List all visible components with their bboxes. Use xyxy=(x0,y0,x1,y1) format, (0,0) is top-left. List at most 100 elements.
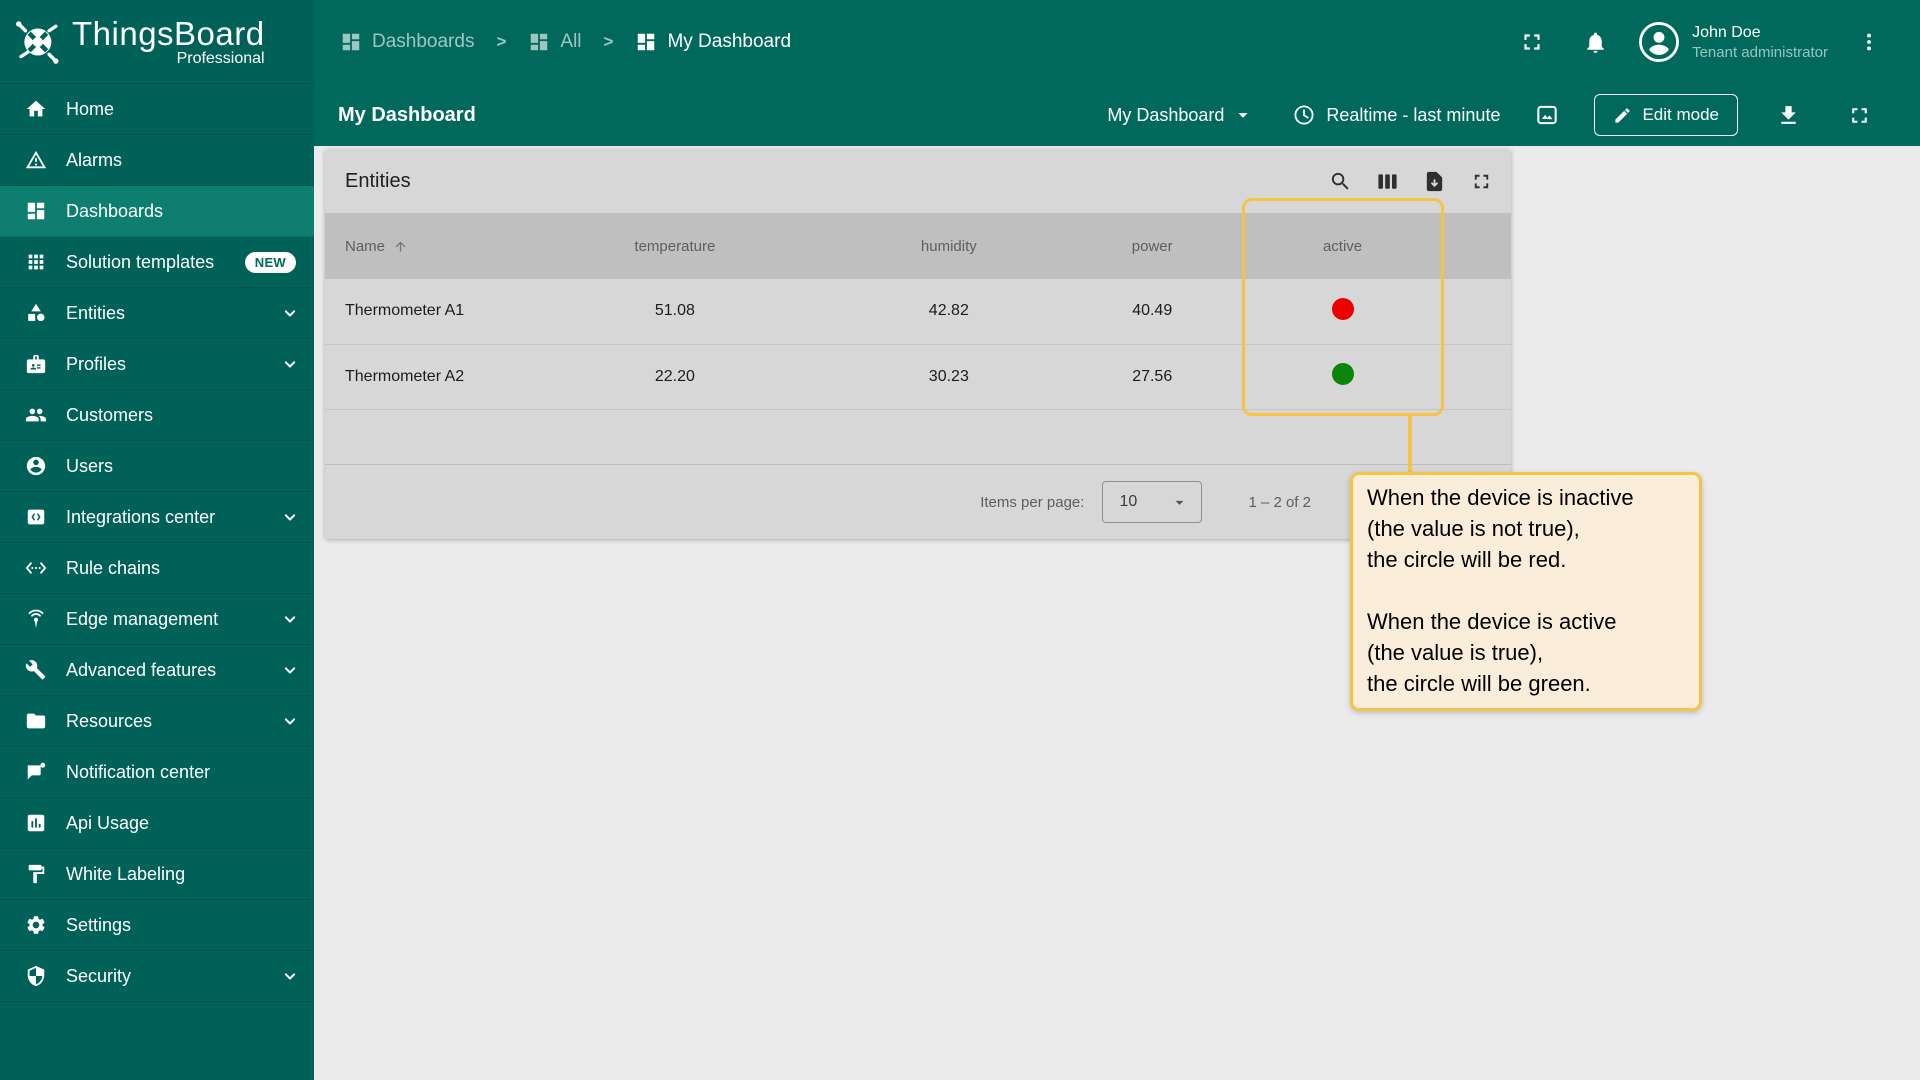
sidebar-item-dashboards[interactable]: Dashboards xyxy=(0,186,314,237)
dashboard-select-value: My Dashboard xyxy=(1107,105,1224,126)
dashboard-grid-icon xyxy=(340,31,362,53)
chevron-down-icon xyxy=(280,507,300,527)
column-header-name[interactable]: Name xyxy=(325,213,515,279)
sidebar-item-edge-management[interactable]: Edge management xyxy=(0,594,314,645)
edit-mode-button[interactable]: Edit mode xyxy=(1594,94,1738,136)
column-header-power[interactable]: power xyxy=(1063,213,1242,279)
chevron-down-icon xyxy=(1232,104,1254,126)
users-icon xyxy=(24,454,48,478)
profiles-icon xyxy=(24,352,48,376)
table-export-icon[interactable] xyxy=(1423,170,1446,193)
sidebar-item-advanced-features[interactable]: Advanced features xyxy=(0,645,314,696)
download-icon[interactable] xyxy=(1776,103,1801,128)
alarms-icon xyxy=(24,148,48,172)
cell-spacer xyxy=(1443,344,1511,409)
sidebar-item-label: Resources xyxy=(66,711,280,732)
home-icon xyxy=(24,97,48,121)
page-size-select[interactable]: 10 xyxy=(1102,481,1202,523)
cell-power: 40.49 xyxy=(1063,279,1242,344)
sidebar-item-label: Notification center xyxy=(66,762,300,783)
page-title: My Dashboard xyxy=(338,104,1107,127)
breadcrumb-item-my-dashboard[interactable]: My Dashboard xyxy=(635,31,791,53)
chevron-down-icon xyxy=(280,660,300,680)
sidebar-item-label: Security xyxy=(66,966,280,987)
sidebar-item-label: Customers xyxy=(66,405,300,426)
sidebar-item-label: Solution templates xyxy=(66,252,245,273)
sidebar-item-label: Alarms xyxy=(66,150,300,171)
sidebar-item-label: Settings xyxy=(66,915,300,936)
kebab-menu-icon[interactable] xyxy=(1858,31,1880,53)
rule-chains-icon xyxy=(24,556,48,580)
table-body: Thermometer A151.0842.8240.49Thermometer… xyxy=(325,279,1511,409)
dashboard-toolbar: My Dashboard My Dashboard Realtime - las… xyxy=(314,84,1920,146)
dashboard-select[interactable]: My Dashboard xyxy=(1107,104,1254,126)
table-row[interactable]: Thermometer A222.2030.2327.56 xyxy=(325,344,1511,409)
table-search-icon[interactable] xyxy=(1329,170,1352,193)
notifications-bell-icon[interactable] xyxy=(1583,30,1608,55)
integrations-icon xyxy=(24,505,48,529)
dashboard-grid-icon xyxy=(528,31,550,53)
cell-name: Thermometer A2 xyxy=(325,344,515,409)
column-header-temperature[interactable]: temperature xyxy=(515,213,835,279)
annotation-text-line: When the device is active xyxy=(1367,606,1685,637)
widget-fullscreen-icon[interactable] xyxy=(1470,170,1493,193)
annotation-text-line xyxy=(1367,575,1685,606)
brand-logo[interactable]: ThingsBoard Professional xyxy=(0,0,314,84)
annotation-text-line: (the value is not true), xyxy=(1367,513,1685,544)
sidebar-item-rule-chains[interactable]: Rule chains xyxy=(0,543,314,594)
annotation-callout: When the device is inactive(the value is… xyxy=(1350,472,1702,711)
timewindow-button[interactable]: Realtime - last minute xyxy=(1292,103,1500,127)
column-header-active[interactable]: active xyxy=(1242,213,1444,279)
sidebar-item-security[interactable]: Security xyxy=(0,951,314,1002)
sidebar-item-customers[interactable]: Customers xyxy=(0,390,314,441)
sidebar-item-settings[interactable]: Settings xyxy=(0,900,314,951)
cell-power: 27.56 xyxy=(1063,344,1242,409)
table-row[interactable]: Thermometer A151.0842.8240.49 xyxy=(325,279,1511,344)
chevron-down-icon xyxy=(1170,493,1189,512)
cell-humidity: 42.82 xyxy=(835,279,1063,344)
table-pagination: Items per page: 10 1 – 2 of 2 xyxy=(325,464,1511,539)
sidebar-item-white-labeling[interactable]: White Labeling xyxy=(0,849,314,900)
sidebar-item-entities[interactable]: Entities xyxy=(0,288,314,339)
user-menu[interactable]: John Doe Tenant administrator xyxy=(1692,22,1828,63)
cell-active xyxy=(1242,279,1444,344)
sidebar-item-label: Integrations center xyxy=(66,507,280,528)
breadcrumb-item-dashboards[interactable]: Dashboards xyxy=(340,31,474,53)
column-header-humidity[interactable]: humidity xyxy=(835,213,1063,279)
sidebar-item-home[interactable]: Home xyxy=(0,84,314,135)
sidebar-item-profiles[interactable]: Profiles xyxy=(0,339,314,390)
breadcrumb-label: All xyxy=(560,31,581,53)
user-name: John Doe xyxy=(1692,22,1828,43)
annotation-text-line: the circle will be red. xyxy=(1367,544,1685,575)
clock-icon xyxy=(1292,103,1316,127)
sidebar-item-users[interactable]: Users xyxy=(0,441,314,492)
edit-mode-label: Edit mode xyxy=(1642,105,1719,125)
brand-subtitle: Professional xyxy=(177,50,265,68)
thingsboard-app: ThingsBoard Professional Home Alarms Dashb… xyxy=(0,0,1920,1080)
sort-asc-arrow-icon xyxy=(393,239,408,254)
security-icon xyxy=(24,964,48,988)
sidebar-item-resources[interactable]: Resources xyxy=(0,696,314,747)
sidebar-item-api-usage[interactable]: Api Usage xyxy=(0,798,314,849)
dashboards-icon xyxy=(24,199,48,223)
table-columns-icon[interactable] xyxy=(1376,170,1399,193)
breadcrumb: Dashboards>All>My Dashboard xyxy=(340,31,1519,53)
sidebar-item-integrations-center[interactable]: Integrations center xyxy=(0,492,314,543)
sidebar-item-alarms[interactable]: Alarms xyxy=(0,135,314,186)
chevron-down-icon xyxy=(280,354,300,374)
user-avatar[interactable] xyxy=(1638,21,1680,63)
inactive-indicator-red xyxy=(1332,298,1354,320)
sidebar-item-label: Entities xyxy=(66,303,280,324)
toolbar-fullscreen-icon[interactable] xyxy=(1847,103,1872,128)
sidebar-item-solution-templates[interactable]: Solution templatesNEW xyxy=(0,237,314,288)
fullscreen-icon[interactable] xyxy=(1519,29,1545,55)
cell-temperature: 22.20 xyxy=(515,344,835,409)
cell-humidity: 30.23 xyxy=(835,344,1063,409)
entities-widget: Entities Nametemperaturehumidit xyxy=(325,149,1511,539)
sidebar-item-notification-center[interactable]: Notification center xyxy=(0,747,314,798)
dashboard-image-icon[interactable] xyxy=(1534,102,1560,128)
annotation-text-line: (the value is true), xyxy=(1367,637,1685,668)
breadcrumb-label: My Dashboard xyxy=(667,31,791,53)
breadcrumb-item-all[interactable]: All xyxy=(528,31,581,53)
header-actions: John Doe Tenant administrator xyxy=(1519,21,1880,63)
